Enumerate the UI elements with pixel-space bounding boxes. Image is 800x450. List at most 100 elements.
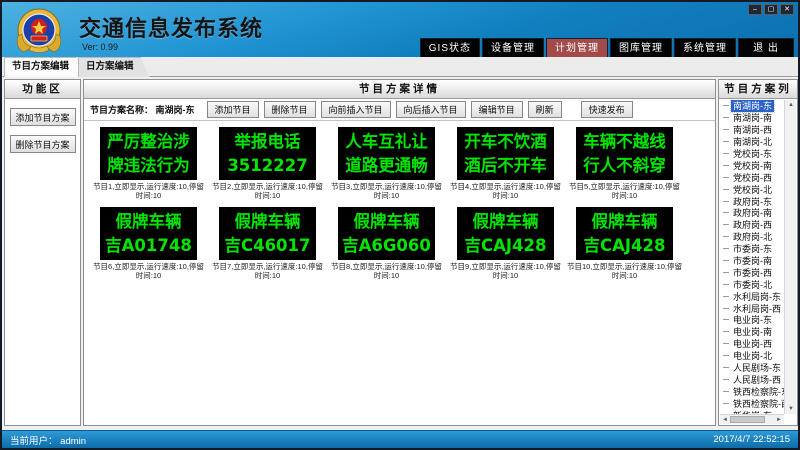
function-panel: 功能区 添加节目方案 删除节目方案 — [4, 79, 81, 426]
close-icon[interactable]: ✕ — [780, 4, 794, 15]
program-caption: 节目5,立即显示,运行速度:10,停留时间:10 — [566, 182, 683, 200]
app-title: 交通信息发布系统 — [79, 11, 263, 43]
plan-list-item[interactable]: 市委岗-北 — [720, 278, 784, 290]
led-line1: 车辆不越线 — [583, 130, 666, 154]
nav-device-mgmt[interactable]: 设备管理 — [482, 38, 544, 59]
led-sign-preview[interactable]: 假牌车辆 吉A6G060 — [338, 207, 435, 260]
window-controls: – ▢ ✕ — [748, 4, 794, 15]
led-sign-preview[interactable]: 假牌车辆 吉CAJ428 — [576, 207, 673, 260]
scroll-down-icon[interactable]: ▼ — [785, 404, 797, 414]
scroll-up-icon[interactable]: ▲ — [785, 100, 797, 110]
police-badge-icon — [14, 6, 64, 56]
led-sign-preview[interactable]: 假牌车辆 吉CAJ428 — [457, 207, 554, 260]
main-nav: GIS状态 设备管理 计划管理 图库管理 系统管理 退 出 — [420, 38, 794, 59]
insert-before-button[interactable]: 向前插入节目 — [321, 101, 391, 118]
plan-list-item[interactable]: 党校岗-北 — [720, 183, 784, 195]
status-bar: 当前用户： admin 2017/4/7 22:52:15 — [2, 430, 798, 448]
plan-list-item[interactable]: 南湖岗-东 — [720, 100, 784, 112]
minimize-icon[interactable]: – — [748, 4, 762, 15]
led-sign-preview[interactable]: 严厉整治涉 牌违法行为 — [100, 127, 197, 180]
scrollbar-thumb[interactable] — [730, 416, 765, 423]
program-item: 假牌车辆 吉A01748 节目6,立即显示,运行速度:10,停留时间:10 — [89, 207, 208, 280]
add-program-button[interactable]: 添加节目 — [207, 101, 259, 118]
titlebar: 交通信息发布系统 Ver: 0.99 – ▢ ✕ GIS状态 设备管理 计划管理… — [2, 2, 798, 57]
program-caption: 节目9,立即显示,运行速度:10,停留时间:10 — [447, 262, 564, 280]
program-row-2: 假牌车辆 吉A01748 节目6,立即显示,运行速度:10,停留时间:10 假牌… — [89, 207, 715, 280]
plan-list-item[interactable]: 南湖岗-南 — [720, 112, 784, 124]
led-line1: 严厉整治涉 — [107, 130, 190, 154]
led-line2: 吉CAJ428 — [584, 234, 666, 258]
plan-list-item[interactable]: 政府岗-西 — [720, 219, 784, 231]
status-datetime: 2017/4/7 22:52:15 — [713, 434, 790, 445]
program-item: 假牌车辆 吉CAJ428 节目9,立即显示,运行速度:10,停留时间:10 — [446, 207, 565, 280]
plan-list-item[interactable]: 市委岗-西 — [720, 266, 784, 278]
plan-list-item[interactable]: 政府岗-南 — [720, 207, 784, 219]
plan-list-item[interactable]: 电业岗-南 — [720, 326, 784, 338]
program-item: 假牌车辆 吉A6G060 节目8,立即显示,运行速度:10,停留时间:10 — [327, 207, 446, 280]
maximize-icon[interactable]: ▢ — [764, 4, 778, 15]
vertical-scrollbar[interactable]: ▲ ▼ — [784, 100, 796, 414]
nav-gallery-mgmt[interactable]: 图库管理 — [610, 38, 672, 59]
plan-list-item[interactable]: 水利局岗-东 — [720, 290, 784, 302]
plan-list-item[interactable]: 南湖岗-西 — [720, 124, 784, 136]
led-line2: 3512227 — [227, 154, 307, 178]
quick-publish-button[interactable]: 快速发布 — [581, 101, 633, 118]
scroll-right-icon[interactable]: ► — [774, 415, 784, 425]
add-plan-button[interactable]: 添加节目方案 — [10, 108, 76, 126]
program-caption: 节目6,立即显示,运行速度:10,停留时间:10 — [90, 262, 207, 280]
tab-day-plan-edit[interactable]: 日方案编辑 — [78, 57, 150, 77]
delete-program-button[interactable]: 删除节目 — [264, 101, 316, 118]
plan-list-item[interactable]: 电业岗-东 — [720, 314, 784, 326]
nav-gis-status[interactable]: GIS状态 — [420, 38, 480, 59]
plan-list: 南湖岗-东 南湖岗-南 南湖岗-西 南湖岗-北 党校岗-东 党校岗-南 党校岗-… — [720, 100, 784, 414]
plan-list-item[interactable]: 党校岗-南 — [720, 159, 784, 171]
program-item: 举报电话 3512227 节目2,立即显示,运行速度:10,停留时间:10 — [208, 127, 327, 200]
plan-list-item[interactable]: 政府岗-北 — [720, 231, 784, 243]
plan-list-item[interactable]: 铁西检察院-东 — [720, 385, 784, 397]
led-sign-preview[interactable]: 开车不饮酒 酒后不开车 — [457, 127, 554, 180]
program-item: 车辆不越线 行人不斜穿 节目5,立即显示,运行速度:10,停留时间:10 — [565, 127, 684, 200]
plan-list-item[interactable]: 人民剧场-东 — [720, 362, 784, 374]
scroll-left-icon[interactable]: ◄ — [720, 415, 730, 425]
led-sign-preview[interactable]: 假牌车辆 吉A01748 — [100, 207, 197, 260]
plan-list-item[interactable]: 市委岗-南 — [720, 255, 784, 267]
program-item: 人车互礼让 道路更通畅 节目3,立即显示,运行速度:10,停留时间:10 — [327, 127, 446, 200]
plan-list-item[interactable]: 党校岗-东 — [720, 148, 784, 160]
plan-list-item[interactable]: 市委岗-东 — [720, 243, 784, 255]
current-user-label: 当前用户： — [10, 436, 58, 447]
plan-list-item[interactable]: 水利局岗-西 — [720, 302, 784, 314]
led-sign-preview[interactable]: 车辆不越线 行人不斜穿 — [576, 127, 673, 180]
delete-plan-button[interactable]: 删除节目方案 — [10, 135, 76, 153]
nav-plan-mgmt[interactable]: 计划管理 — [546, 38, 608, 59]
program-caption: 节目8,立即显示,运行速度:10,停留时间:10 — [328, 262, 445, 280]
plan-list-item[interactable]: 人民剧场-西 — [720, 373, 784, 385]
program-caption: 节目2,立即显示,运行速度:10,停留时间:10 — [209, 182, 326, 200]
edit-program-button[interactable]: 编辑节目 — [471, 101, 523, 118]
tab-bar: 节目方案编辑 日方案编辑 — [2, 57, 798, 77]
plan-list-item[interactable]: 南湖岗-北 — [720, 136, 784, 148]
program-caption: 节目10,立即显示,运行速度:10,停留时间:10 — [566, 262, 683, 280]
led-line2: 行人不斜穿 — [583, 154, 666, 178]
led-line2: 道路更通畅 — [345, 154, 428, 178]
plan-list-item[interactable]: 政府岗-东 — [720, 195, 784, 207]
plan-list-item[interactable]: 电业岗-西 — [720, 338, 784, 350]
nav-exit[interactable]: 退 出 — [738, 38, 794, 59]
tab-program-plan-edit[interactable]: 节目方案编辑 — [4, 57, 85, 77]
plan-list-item[interactable]: 铁西检察院-西 — [720, 397, 784, 409]
program-caption: 节目3,立即显示,运行速度:10,停留时间:10 — [328, 182, 445, 200]
refresh-button[interactable]: 刷新 — [528, 101, 562, 118]
led-sign-preview[interactable]: 举报电话 3512227 — [219, 127, 316, 180]
program-grid: 严厉整治涉 牌违法行为 节目1,立即显示,运行速度:10,停留时间:10 举报电… — [84, 121, 715, 280]
led-sign-preview[interactable]: 人车互礼让 道路更通畅 — [338, 127, 435, 180]
led-line1: 假牌车辆 — [354, 210, 420, 234]
led-line1: 举报电话 — [235, 130, 301, 154]
led-line1: 开车不饮酒 — [464, 130, 547, 154]
horizontal-scrollbar[interactable]: ◄ ► — [720, 414, 784, 424]
nav-system-mgmt[interactable]: 系统管理 — [674, 38, 736, 59]
led-line1: 假牌车辆 — [235, 210, 301, 234]
insert-after-button[interactable]: 向后插入节目 — [396, 101, 466, 118]
plan-list-item[interactable]: 党校岗-西 — [720, 171, 784, 183]
led-sign-preview[interactable]: 假牌车辆 吉C46017 — [219, 207, 316, 260]
plan-list-item[interactable]: 电业岗-北 — [720, 350, 784, 362]
program-row-1: 严厉整治涉 牌违法行为 节目1,立即显示,运行速度:10,停留时间:10 举报电… — [89, 127, 715, 200]
